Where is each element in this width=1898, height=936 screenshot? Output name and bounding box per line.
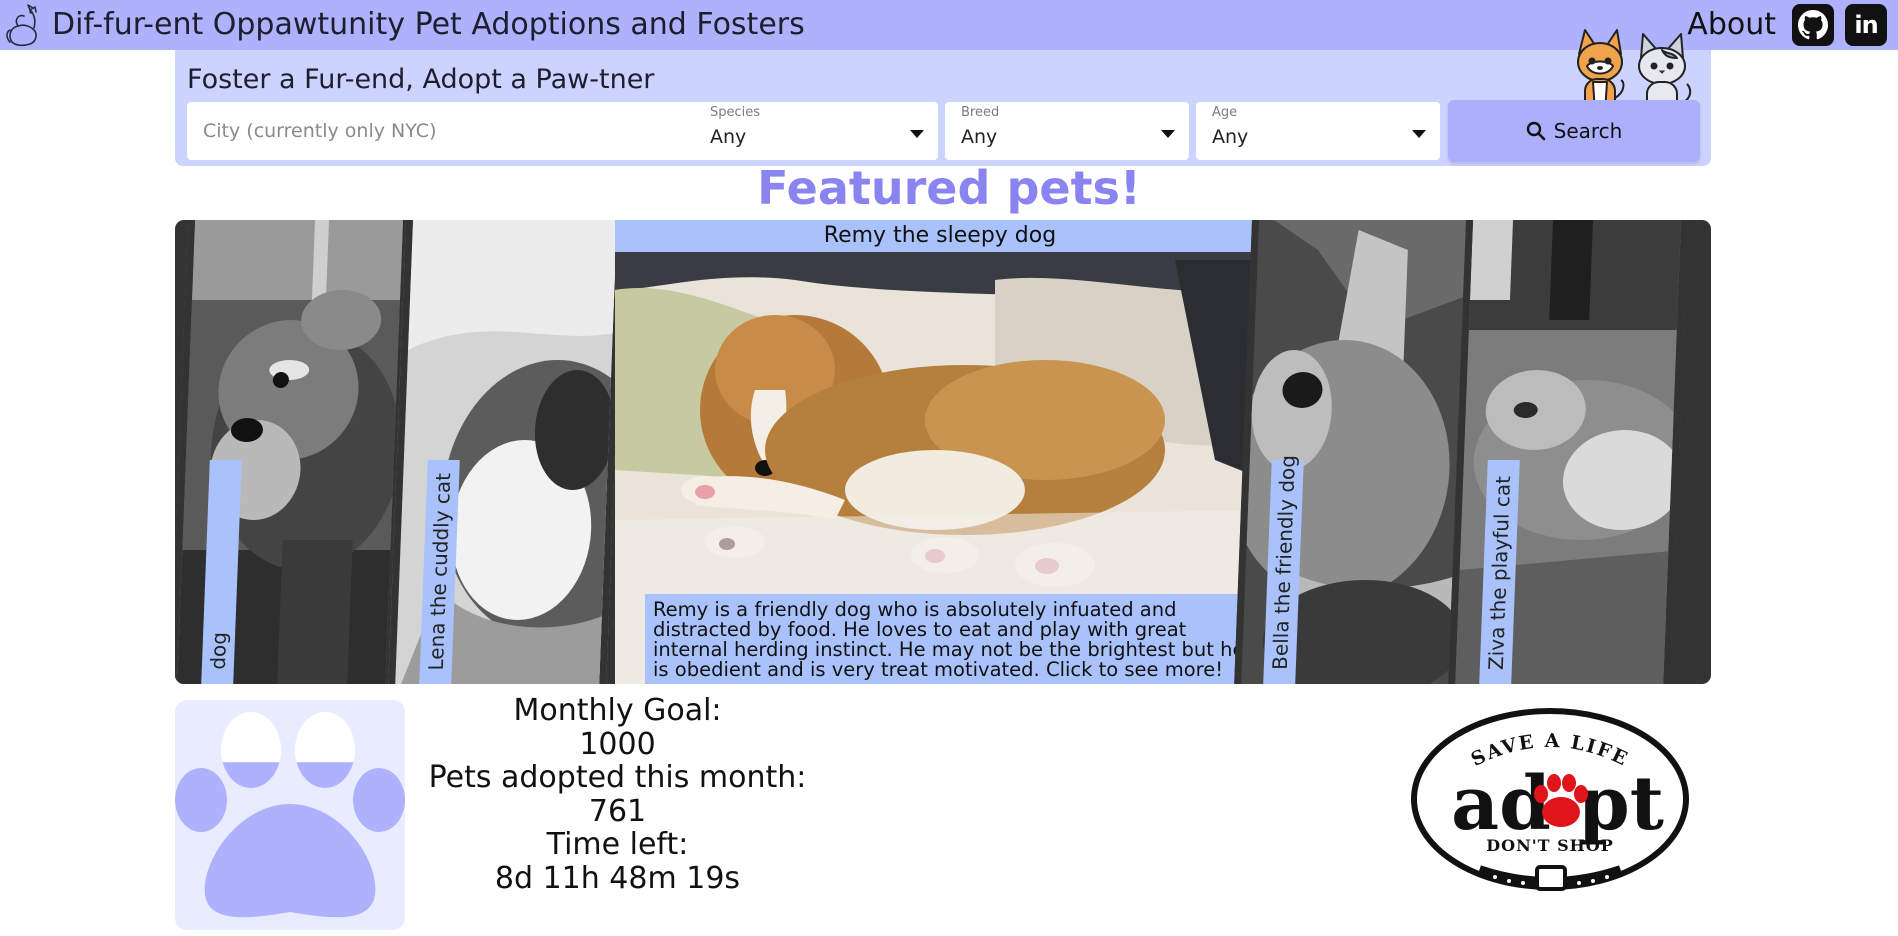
age-select[interactable]: Age Any (1196, 102, 1440, 160)
adopted-label: Pets adopted this month: (428, 760, 807, 795)
adopted-value: 761 (588, 793, 647, 829)
featured-slide[interactable]: Lena the cuddly cat (387, 220, 625, 684)
featured-carousel: dog Lena the cuddly cat Remy the sleepy … (175, 220, 1711, 684)
about-link[interactable]: About (1687, 0, 1776, 50)
breed-select[interactable]: Breed Any (945, 102, 1189, 160)
slide-title: Remy the sleepy dog (615, 220, 1265, 252)
featured-slide[interactable]: Bella the friendly dog (1233, 220, 1479, 684)
search-button-label: Search (1553, 119, 1623, 143)
monthly-goal-stats: Monthly Goal: 1000 Pets adopted this mon… (420, 694, 815, 895)
age-value: Any (1212, 126, 1249, 148)
monthly-goal-value: 1000 (579, 726, 656, 762)
species-value: Any (710, 126, 747, 148)
age-label: Age (1212, 105, 1238, 120)
time-left-value: 8d 11h 48m 19s (494, 860, 741, 896)
linkedin-icon: in (1854, 11, 1878, 39)
cat-logo-icon (6, 4, 37, 47)
linkedin-button[interactable]: in (1845, 4, 1887, 46)
breed-value: Any (961, 126, 998, 148)
slide-label: Bella the friendly dog (1267, 455, 1300, 670)
city-field[interactable] (187, 102, 699, 160)
badge-main-left: ad (1451, 761, 1551, 847)
slide-label: dog (205, 632, 232, 670)
slide-label: Lena the cuddly cat (423, 472, 456, 670)
caret-down-icon (910, 130, 924, 138)
species-label: Species (710, 105, 761, 120)
species-select[interactable]: Species Any (694, 102, 938, 160)
monthly-goal-label: Monthly Goal: (513, 693, 722, 728)
search-panel: Foster a Fur-end, Adopt a Paw-tner City … (175, 29, 1711, 166)
adoption-progress-paw (175, 700, 405, 930)
search-button[interactable]: Search (1448, 100, 1700, 162)
city-input[interactable] (187, 102, 699, 160)
search-heading: Foster a Fur-end, Adopt a Paw-tner (187, 64, 655, 95)
brand-link[interactable]: Dif-fur-ent Oppawtunity Pet Adoptions an… (4, 2, 805, 48)
paw-icon (175, 712, 405, 918)
featured-title: Featured pets! (757, 161, 1141, 215)
slide-label: Ziva the playful cat (1483, 476, 1516, 670)
github-button[interactable] (1792, 4, 1834, 46)
badge-main-right: pt (1578, 761, 1664, 847)
caret-down-icon (1412, 130, 1426, 138)
featured-slide[interactable]: dog (175, 220, 411, 684)
slide-description: Remy is a friendly dog who is absolutely… (645, 594, 1265, 684)
search-icon (1526, 121, 1545, 141)
badge-bottom-text: DON'T SHOP (1486, 836, 1613, 855)
featured-slide[interactable]: Ziva the playful cat (1447, 220, 1689, 684)
time-left-label: Time left: (546, 827, 689, 862)
breed-label: Breed (961, 105, 1000, 120)
featured-slide-active[interactable]: Remy the sleepy dog Remy is a friendly d… (615, 220, 1265, 684)
caret-down-icon (1161, 130, 1175, 138)
adopt-dont-shop-badge: SAVE A LIFE ad pt DON'T SHOP (1411, 708, 1689, 891)
site-title: Dif-fur-ent Oppawtunity Pet Adoptions an… (52, 7, 805, 42)
github-icon (1798, 10, 1828, 40)
